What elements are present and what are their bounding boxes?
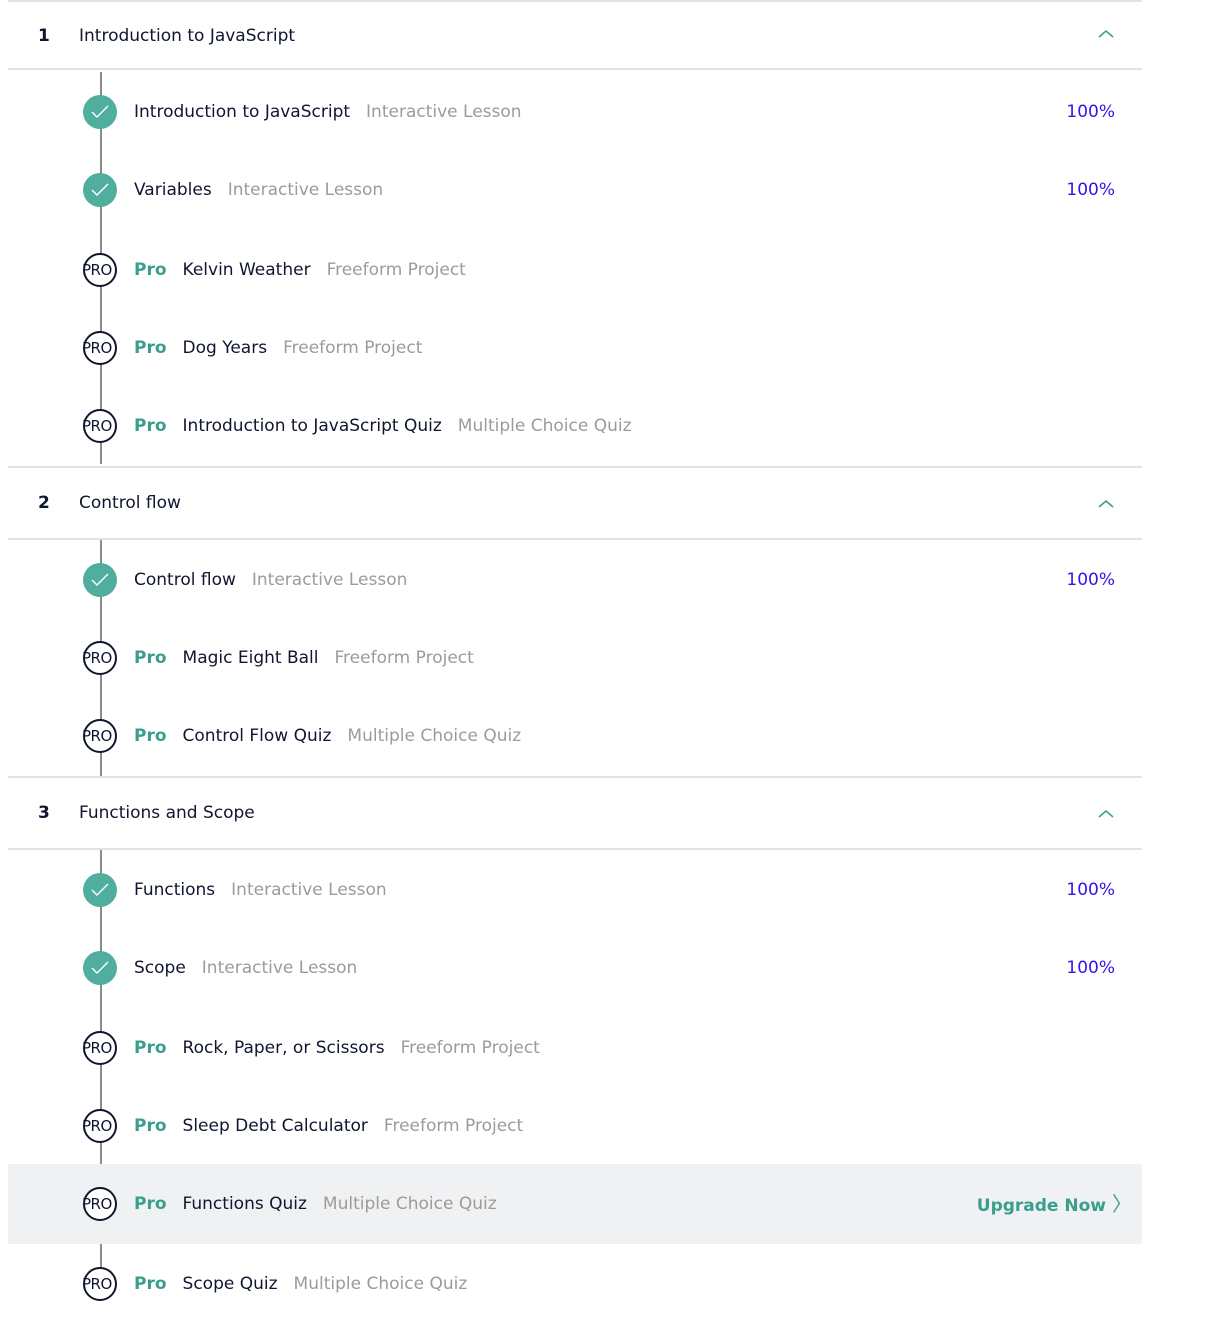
pro-badge-text: PRO	[82, 339, 112, 357]
upgrade-label: Upgrade Now	[976, 1196, 1106, 1216]
item-type: Interactive Lesson	[251, 570, 408, 590]
module-number: 3	[38, 803, 50, 823]
pro-label: Pro	[134, 260, 167, 280]
item-title: Control Flow Quiz	[182, 726, 332, 746]
list-item[interactable]: Control flow Interactive Lesson 100%	[8, 540, 1142, 618]
pro-label: Pro	[134, 648, 167, 668]
item-type: Interactive Lesson	[366, 102, 522, 122]
pro-badge-text: PRO	[82, 1275, 112, 1293]
progress-percent: 100%	[1066, 958, 1115, 978]
module-title: Functions and Scope	[79, 803, 255, 823]
progress-percent: 100%	[1066, 180, 1115, 200]
pro-badge-icon: PRO	[82, 1109, 117, 1143]
list-item[interactable]: PRO Pro Magic Eight Ball Freeform Project	[8, 618, 1142, 696]
pro-label: Pro	[134, 1038, 167, 1058]
pro-badge-icon: PRO	[82, 1031, 117, 1065]
module-header-3[interactable]: 3 Functions and Scope	[8, 776, 1142, 850]
list-item[interactable]: PRO Pro Rock, Paper, or Scissors Freeform …	[8, 1008, 1142, 1086]
item-type: Multiple Choice Quiz	[322, 1194, 497, 1214]
item-type: Interactive Lesson	[227, 180, 384, 200]
module-number: 2	[38, 493, 50, 513]
pro-label: Pro	[134, 1274, 167, 1294]
progress-percent: 100%	[1066, 570, 1115, 590]
completed-check-icon	[83, 563, 117, 597]
item-title: Scope	[134, 958, 186, 978]
completed-check-icon	[83, 173, 117, 207]
pro-badge-text: PRO	[82, 417, 112, 435]
chevron-right-icon: 〉	[1112, 1192, 1132, 1216]
completed-check-icon	[83, 873, 117, 907]
item-title: Control flow	[134, 570, 236, 590]
module-header-2[interactable]: 2 Control flow	[8, 466, 1142, 540]
pro-badge-icon: PRO	[82, 719, 117, 753]
list-item[interactable]: PRO Pro Dog Years Freeform Project	[8, 308, 1142, 386]
pro-label: Pro	[134, 1194, 167, 1214]
item-type: Freeform Project	[383, 1116, 524, 1136]
item-title: Introduction to JavaScript	[134, 102, 351, 122]
item-title: Functions	[134, 880, 216, 900]
list-item[interactable]: PRO Pro Control Flow Quiz Multiple Choice …	[8, 696, 1142, 774]
upgrade-now-link[interactable]: Upgrade Now 〉	[977, 1164, 1132, 1246]
item-type: Multiple Choice Quiz	[293, 1274, 468, 1294]
item-type: Freeform Project	[326, 260, 466, 280]
item-type: Freeform Project	[283, 338, 423, 358]
progress-percent: 100%	[1066, 880, 1115, 900]
pro-badge-text: PRO	[82, 1117, 112, 1135]
item-title: Magic Eight Ball	[182, 648, 319, 668]
item-type: Interactive Lesson	[201, 958, 358, 978]
module-title: Introduction to JavaScript	[79, 26, 296, 46]
chevron-up-icon[interactable]	[1098, 29, 1114, 39]
module-title: Control flow	[79, 493, 181, 513]
pro-badge-text: PRO	[82, 727, 112, 745]
list-item[interactable]: PRO Pro Sleep Debt Calculator Freeform Pro…	[8, 1086, 1142, 1164]
pro-label: Pro	[134, 726, 167, 746]
progress-percent: 100%	[1066, 102, 1115, 122]
list-item[interactable]: Variables Interactive Lesson 100%	[8, 150, 1142, 228]
chevron-up-icon[interactable]	[1098, 499, 1114, 509]
pro-badge-text: PRO	[82, 1195, 112, 1213]
list-item[interactable]: Scope Interactive Lesson 100%	[8, 928, 1142, 1006]
item-type: Multiple Choice Quiz	[457, 416, 632, 436]
item-title: Functions Quiz	[182, 1194, 307, 1214]
pro-label: Pro	[134, 338, 167, 358]
list-item[interactable]: Introduction to JavaScript Interactive Le…	[8, 72, 1142, 150]
pro-badge-text: PRO	[82, 261, 112, 279]
item-title: Sleep Debt Calculator	[182, 1116, 368, 1136]
item-title: Kelvin Weather	[182, 260, 311, 280]
pro-badge-text: PRO	[82, 649, 112, 667]
item-type: Freeform Project	[334, 648, 474, 668]
item-type: Interactive Lesson	[231, 880, 387, 900]
pro-badge-icon: PRO	[82, 331, 117, 365]
module-header-1[interactable]: 1 Introduction to JavaScript	[8, 0, 1142, 70]
item-title: Scope Quiz	[182, 1274, 278, 1294]
list-item[interactable]: PRO Pro Introduction to JavaScript Quiz Mu…	[8, 386, 1142, 464]
pro-badge-icon: PRO	[82, 1187, 117, 1221]
pro-badge-icon: PRO	[82, 253, 117, 287]
pro-badge-icon: PRO	[82, 409, 117, 443]
item-title: Variables	[134, 180, 212, 200]
list-item[interactable]: Functions Interactive Lesson 100%	[8, 850, 1142, 928]
item-title: Dog Years	[182, 338, 268, 358]
item-title: Rock, Paper, or Scissors	[182, 1038, 385, 1058]
module-number: 1	[38, 26, 50, 46]
completed-check-icon	[83, 951, 117, 985]
completed-check-icon	[83, 95, 117, 129]
chevron-up-icon[interactable]	[1098, 809, 1114, 819]
list-item-hovered[interactable]: PRO Pro Functions Quiz Multiple Choice Qui…	[8, 1164, 1142, 1244]
item-type: Freeform Project	[400, 1038, 540, 1058]
item-type: Multiple Choice Quiz	[347, 726, 522, 746]
item-title: Introduction to JavaScript Quiz	[182, 416, 442, 436]
pro-badge-text: PRO	[82, 1039, 112, 1057]
list-item[interactable]: PRO Pro Kelvin Weather Freeform Project	[8, 230, 1142, 308]
pro-label: Pro	[134, 416, 167, 436]
pro-badge-icon: PRO	[82, 641, 117, 675]
list-item[interactable]: PRO Pro Scope Quiz Multiple Choice Quiz	[8, 1244, 1142, 1322]
pro-label: Pro	[134, 1116, 167, 1136]
